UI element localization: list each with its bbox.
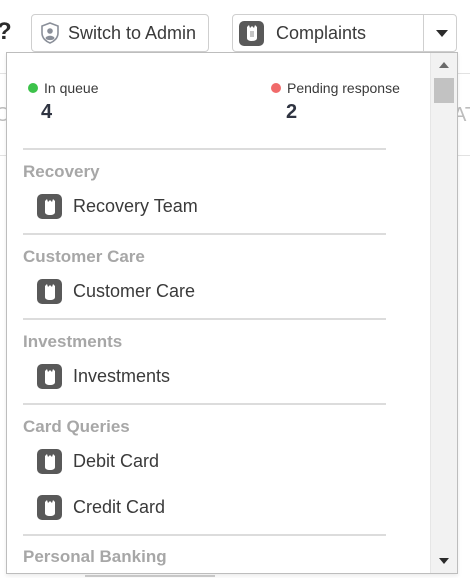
in-queue-status-dot <box>28 82 38 93</box>
pending-status-dot <box>271 82 281 93</box>
queue-selector[interactable]: Complaints <box>232 14 457 52</box>
pending-response-label: Pending response <box>287 79 400 96</box>
queue-icon <box>37 449 62 474</box>
queue-selector-value: Complaints <box>276 22 367 43</box>
queue-item-credit-card[interactable]: Credit Card <box>37 495 165 520</box>
queue-item-customer-care[interactable]: Customer Care <box>37 279 195 304</box>
group-title-investments: Investments <box>23 332 123 351</box>
background-fragment <box>85 575 215 577</box>
scroll-down-arrow-icon[interactable] <box>439 558 449 564</box>
queue-item-label: Credit Card <box>73 497 166 517</box>
queue-item-label: Investments <box>73 366 171 386</box>
dropdown-scrollbar[interactable] <box>430 53 457 573</box>
queue-icon <box>37 279 62 304</box>
help-icon[interactable]: ? <box>0 18 12 46</box>
chevron-down-icon[interactable] <box>436 30 448 37</box>
queue-item-recovery-team[interactable]: Recovery Team <box>37 194 198 219</box>
queue-dropdown-panel: In queue 4 Pending response 2 Recovery R… <box>6 52 458 574</box>
queue-icon <box>37 495 62 520</box>
group-separator <box>23 318 386 320</box>
in-queue-stat: In queue 4 <box>28 79 99 123</box>
group-title-customer-care: Customer Care <box>23 247 145 266</box>
shield-user-icon <box>40 22 60 44</box>
queue-icon <box>37 194 62 219</box>
queue-item-label: Debit Card <box>73 451 160 471</box>
queue-item-investments[interactable]: Investments <box>37 364 170 389</box>
group-separator <box>23 403 386 405</box>
queue-item-debit-card[interactable]: Debit Card <box>37 449 159 474</box>
switch-to-admin-label: Switch to Admin <box>68 22 197 43</box>
scroll-up-arrow-icon[interactable] <box>439 62 449 68</box>
queue-item-label: Recovery Team <box>73 196 198 216</box>
scrollbar-thumb[interactable] <box>434 78 454 103</box>
in-queue-count: 4 <box>41 101 53 123</box>
group-separator <box>23 233 386 235</box>
group-separator <box>23 148 386 150</box>
group-separator <box>23 534 386 536</box>
group-title-card-queries: Card Queries <box>23 417 130 436</box>
switch-to-admin-button[interactable]: Switch to Admin <box>31 14 209 52</box>
queue-item-label: Customer Care <box>73 281 196 301</box>
group-title-recovery: Recovery <box>23 162 100 181</box>
group-title-personal-banking: Personal Banking <box>23 547 167 566</box>
in-queue-label: In queue <box>44 79 99 96</box>
pending-response-stat: Pending response 2 <box>271 79 400 123</box>
queue-icon <box>37 364 62 389</box>
queue-icon <box>239 20 264 46</box>
queue-selector-divider <box>423 15 424 51</box>
pending-response-count: 2 <box>286 101 298 123</box>
